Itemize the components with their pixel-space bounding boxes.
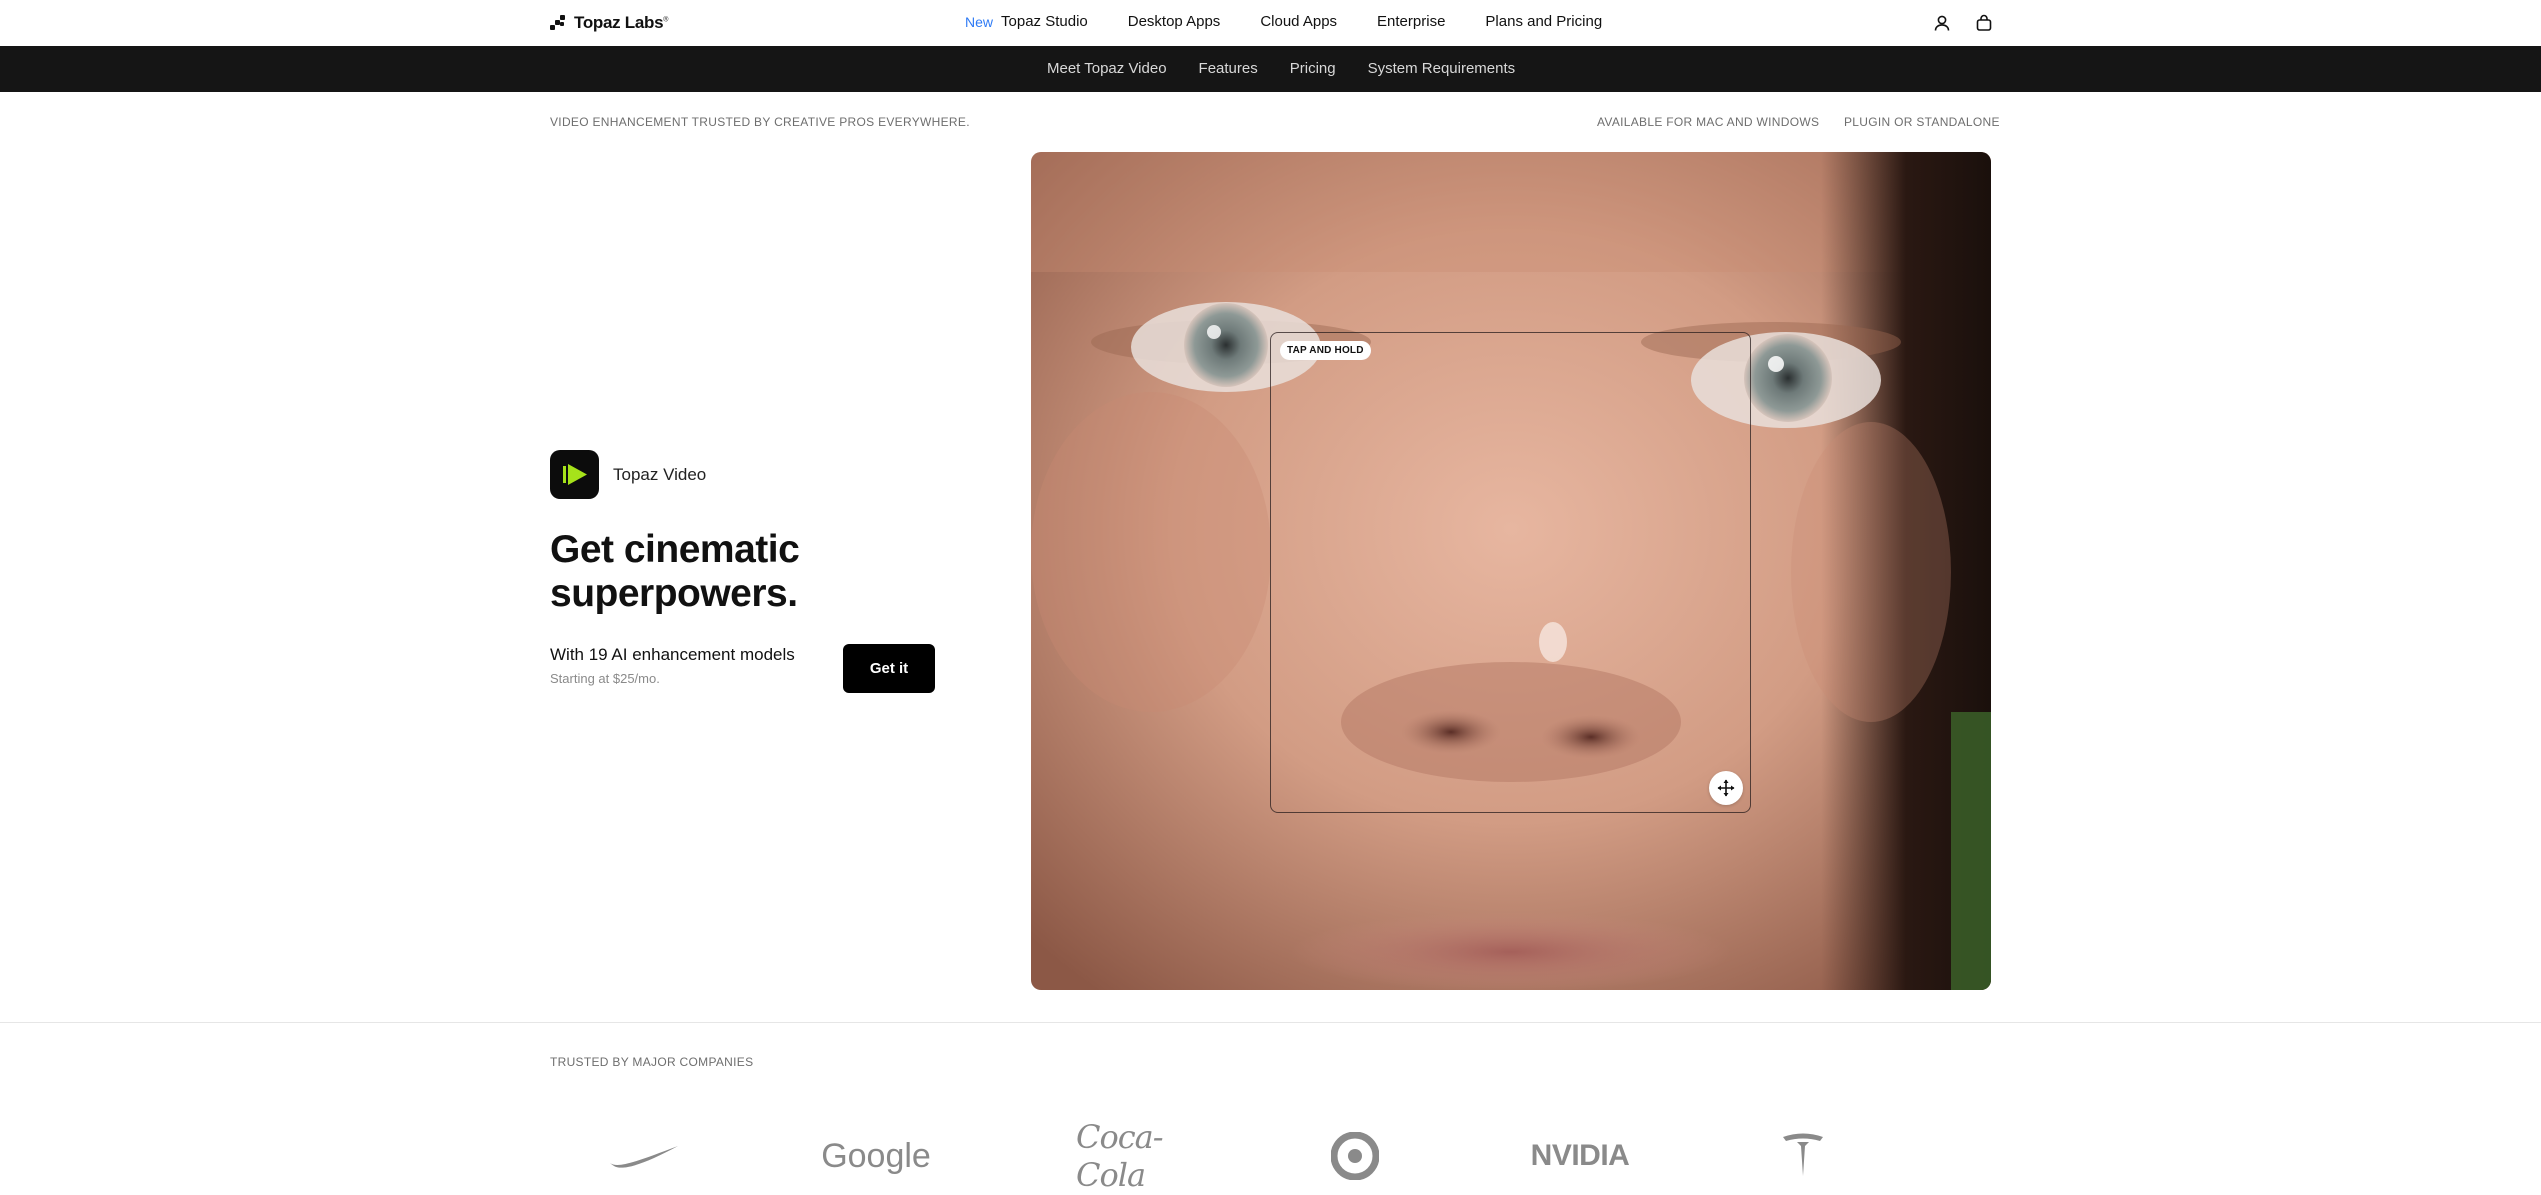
coca-cola-logo: Coca-Cola bbox=[1076, 1118, 1164, 1194]
price-note: Starting at $25/mo. bbox=[550, 671, 660, 686]
product-subnav: Meet Topaz Video Features Pricing System… bbox=[0, 46, 2541, 92]
target-logo bbox=[1331, 1130, 1379, 1182]
nav-plans-and-pricing[interactable]: Plans and Pricing bbox=[1485, 13, 1602, 30]
subnav-system-requirements[interactable]: System Requirements bbox=[1368, 60, 1516, 77]
subnav-features[interactable]: Features bbox=[1199, 60, 1258, 77]
trust-tagline: VIDEO ENHANCEMENT TRUSTED BY CREATIVE PR… bbox=[550, 115, 970, 129]
nav-utility-icons bbox=[1931, 12, 1995, 34]
topaz-logo-mark-icon bbox=[550, 15, 566, 31]
headline-line-1: Get cinematic bbox=[550, 528, 800, 571]
nvidia-logo: NVIDIA bbox=[1530, 1139, 1630, 1172]
comparison-window[interactable] bbox=[1270, 332, 1751, 813]
tesla-logo bbox=[1780, 1130, 1826, 1182]
nav-cloud-apps[interactable]: Cloud Apps bbox=[1260, 13, 1337, 30]
main-nav: New Topaz Studio Desktop Apps Cloud Apps… bbox=[965, 13, 1602, 30]
headline-line-2: superpowers. bbox=[550, 572, 798, 615]
nav-desktop-apps[interactable]: Desktop Apps bbox=[1128, 13, 1221, 30]
section-divider bbox=[0, 1022, 2541, 1023]
topaz-video-app-icon bbox=[550, 450, 599, 499]
product-identity: Topaz Video bbox=[550, 450, 706, 499]
account-icon[interactable] bbox=[1931, 12, 1953, 34]
companies-label: TRUSTED BY MAJOR COMPANIES bbox=[550, 1055, 754, 1069]
nike-logo bbox=[608, 1130, 680, 1182]
subnav-pricing[interactable]: Pricing bbox=[1290, 60, 1336, 77]
models-subhead: With 19 AI enhancement models bbox=[550, 645, 795, 664]
move-icon[interactable] bbox=[1709, 771, 1743, 805]
plugin-note: PLUGIN OR STANDALONE bbox=[1844, 115, 2000, 129]
cart-icon[interactable] bbox=[1973, 12, 1995, 34]
google-logo: Google bbox=[821, 1136, 931, 1175]
product-name: Topaz Video bbox=[613, 464, 707, 484]
tap-and-hold-label: TAP AND HOLD bbox=[1280, 341, 1371, 360]
new-badge: New bbox=[965, 13, 994, 30]
hero-headline: Get cinematic superpowers. bbox=[550, 528, 800, 616]
nav-enterprise[interactable]: Enterprise bbox=[1377, 13, 1445, 30]
top-navigation: Topaz Labs® New Topaz Studio Desktop App… bbox=[0, 0, 2541, 46]
availability-note: AVAILABLE FOR MAC AND WINDOWS bbox=[1597, 115, 1820, 129]
get-it-button[interactable]: Get it bbox=[843, 644, 935, 693]
subnav-meet-topaz-video[interactable]: Meet Topaz Video bbox=[1047, 60, 1167, 77]
topaz-labs-logo[interactable]: Topaz Labs® bbox=[550, 13, 668, 33]
nav-topaz-studio[interactable]: Topaz Studio bbox=[1001, 13, 1088, 30]
brand-name: Topaz Labs® bbox=[574, 13, 669, 32]
